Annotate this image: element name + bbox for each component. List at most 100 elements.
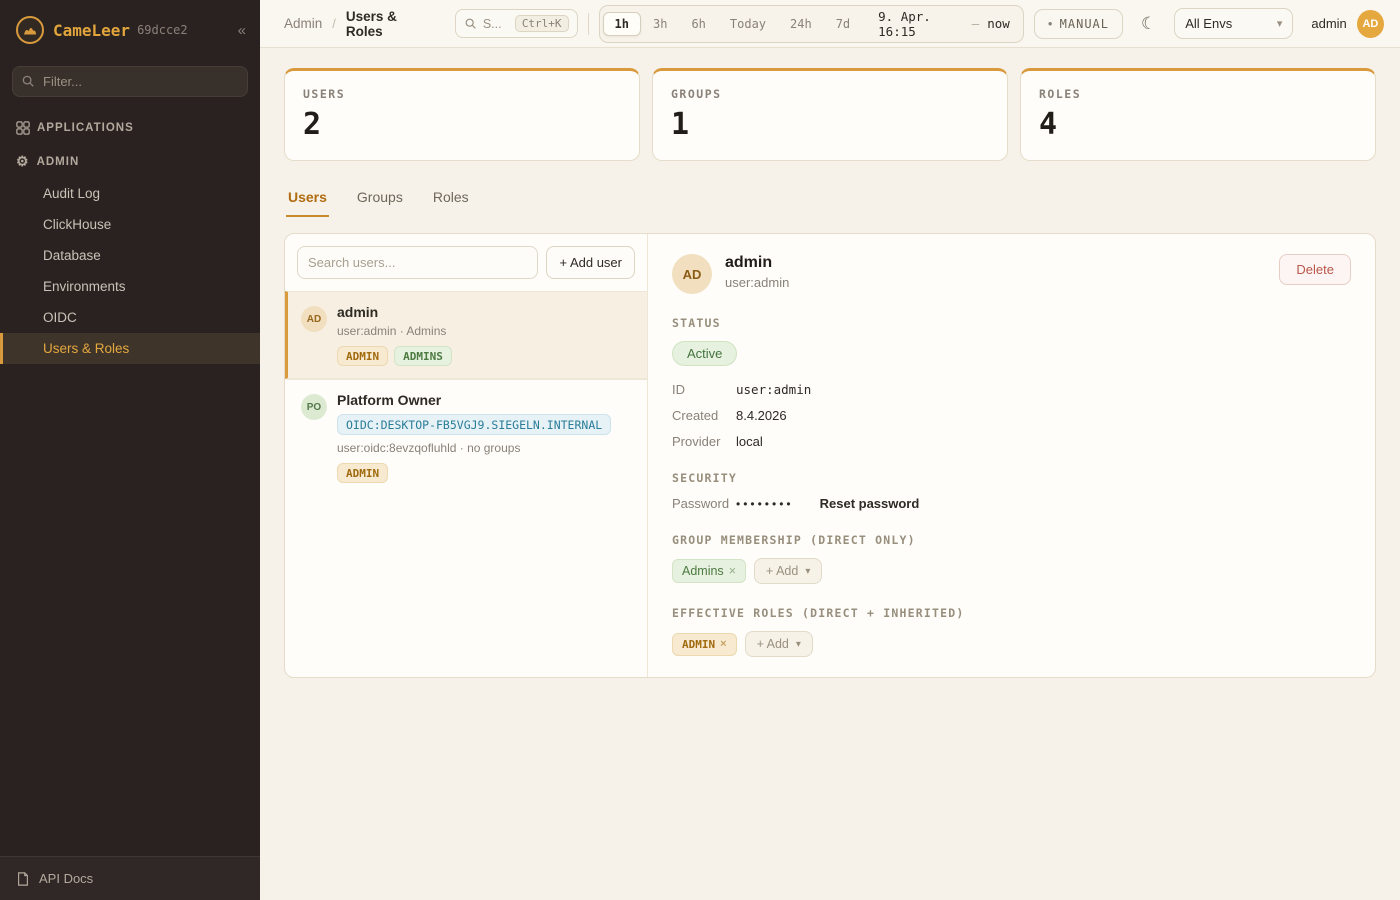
sidebar-header: CameLeer 69dcce2 « [0,0,260,58]
field-created-label: Created [672,408,736,423]
user-list: + Add user AD admin user:admin · Admins … [285,234,648,677]
add-role-button[interactable]: + Add ▾ [745,631,813,657]
document-icon [16,872,30,886]
user-avatar[interactable]: AD [1357,10,1384,38]
sidebar-item-database[interactable]: Database [0,240,260,271]
sidebar-nav: APPLICATIONS ⚙ ADMIN Audit Log ClickHous… [0,111,260,856]
user-row-admin[interactable]: AD admin user:admin · Admins ADMIN ADMIN… [285,291,647,379]
avatar: AD [672,254,712,294]
build-id: 69dcce2 [137,23,238,37]
users-panel: + Add user AD admin user:admin · Admins … [284,233,1376,678]
user-meta: user:oidc:8evzqofluhld · no groups [337,441,611,455]
refresh-mode-button[interactable]: ● MANUAL [1034,9,1123,39]
stat-users-value: 2 [303,107,621,142]
security-heading: SECURITY [672,471,1351,485]
chevron-down-icon: ▾ [1277,17,1283,30]
role-chip-admin: ADMIN × [672,633,737,656]
add-user-button[interactable]: + Add user [546,246,635,279]
range-1h[interactable]: 1h [603,12,641,36]
user-row-platform-owner[interactable]: PO Platform Owner OIDC:DESKTOP-FB5VGJ9.S… [285,379,647,495]
tab-bar: Users Groups Roles [286,183,1374,217]
add-group-button[interactable]: + Add ▾ [754,558,822,584]
stat-card-roles: ROLES 4 [1020,68,1376,161]
field-provider-value: local [736,434,1351,449]
range-today[interactable]: Today [718,12,778,36]
breadcrumb-admin[interactable]: Admin [284,16,322,31]
time-range-group: 1h 3h 6h Today 24h 7d 9. Apr. 16:15 — no… [599,5,1024,43]
remove-group-icon[interactable]: × [729,564,736,578]
user-name: Platform Owner [337,392,611,408]
remove-role-icon[interactable]: × [720,638,726,650]
section-admin[interactable]: ⚙ ADMIN [0,143,260,178]
field-created-value: 8.4.2026 [736,408,1351,423]
app-name: CameLeer [53,21,130,40]
group-membership-heading: GROUP MEMBERSHIP (DIRECT ONLY) [672,533,1351,547]
section-admin-label: ADMIN [37,156,80,168]
api-docs-label: API Docs [39,871,93,886]
global-search[interactable]: Ctrl+K [455,9,578,38]
detail-user-id: user:admin [725,275,789,290]
range-24h[interactable]: 24h [778,12,824,36]
reset-password-link[interactable]: Reset password [820,496,920,511]
stat-card-groups: GROUPS 1 [652,68,1008,161]
stat-card-users: USERS 2 [284,68,640,161]
sidebar-item-audit-log[interactable]: Audit Log [0,178,260,209]
avatar: PO [301,394,327,420]
field-id-label: ID [672,382,736,397]
section-applications[interactable]: APPLICATIONS [0,111,260,143]
sidebar-item-environments[interactable]: Environments [0,271,260,302]
api-docs-link[interactable]: API Docs [0,856,260,900]
moon-icon: ☾ [1141,14,1156,33]
group-badge: ADMINS [394,346,452,366]
add-role-label: + Add [757,637,789,651]
group-chip-label: Admins [682,564,724,578]
range-6h[interactable]: 6h [679,12,717,36]
breadcrumb-separator: / [332,16,336,31]
sidebar-collapse-icon[interactable]: « [238,22,246,39]
dark-mode-toggle[interactable]: ☾ [1133,10,1164,38]
env-filter-value: All Envs [1185,16,1232,31]
breadcrumb-current: Users & Roles [346,9,435,39]
time-separator: — [972,16,980,31]
user-meta: user:admin · Admins [337,324,452,338]
env-filter-select[interactable]: All Envs ▾ [1174,8,1293,39]
sidebar-item-clickhouse[interactable]: ClickHouse [0,209,260,240]
section-applications-label: APPLICATIONS [37,122,134,134]
chevron-down-icon: ▾ [796,639,801,650]
app-logo-icon [16,16,44,44]
search-icon [21,74,35,88]
range-7d[interactable]: 7d [824,12,862,36]
range-3h[interactable]: 3h [641,12,679,36]
user-search-input[interactable] [297,246,538,279]
grid-icon [16,121,30,135]
time-to: now [987,16,1010,31]
role-badge: ADMIN [337,463,388,483]
stat-users-label: USERS [303,87,621,101]
status-badge: Active [672,341,737,366]
group-chip-admins: Admins × [672,559,746,583]
detail-user-name: admin [725,254,789,272]
chevron-down-icon: ▾ [805,566,810,577]
global-search-input[interactable] [483,17,509,31]
delete-user-button[interactable]: Delete [1279,254,1351,285]
stat-groups-value: 1 [671,107,989,142]
user-detail: AD admin user:admin Delete STATUS Active… [648,234,1375,677]
status-dot-icon: ● [1048,19,1053,28]
field-provider-label: Provider [672,434,736,449]
sidebar-filter-input[interactable] [12,66,248,97]
oidc-provider-badge: OIDC:DESKTOP-FB5VGJ9.SIEGELN.INTERNAL [337,414,611,435]
tab-users[interactable]: Users [286,183,329,217]
refresh-mode-label: MANUAL [1060,17,1109,31]
gear-icon: ⚙ [16,153,30,170]
tab-roles[interactable]: Roles [431,183,471,217]
stat-groups-label: GROUPS [671,87,989,101]
content-area: USERS 2 GROUPS 1 ROLES 4 Users Groups Ro… [260,48,1400,900]
field-id-value: user:admin [736,382,1351,397]
search-shortcut-kbd: Ctrl+K [515,15,569,32]
sidebar-item-users-roles[interactable]: Users & Roles [0,333,260,364]
user-name: admin [337,304,452,320]
time-range-display[interactable]: 9. Apr. 16:15 — now [878,9,1010,39]
tab-groups[interactable]: Groups [355,183,405,217]
sidebar-item-oidc[interactable]: OIDC [0,302,260,333]
avatar: AD [301,306,327,332]
